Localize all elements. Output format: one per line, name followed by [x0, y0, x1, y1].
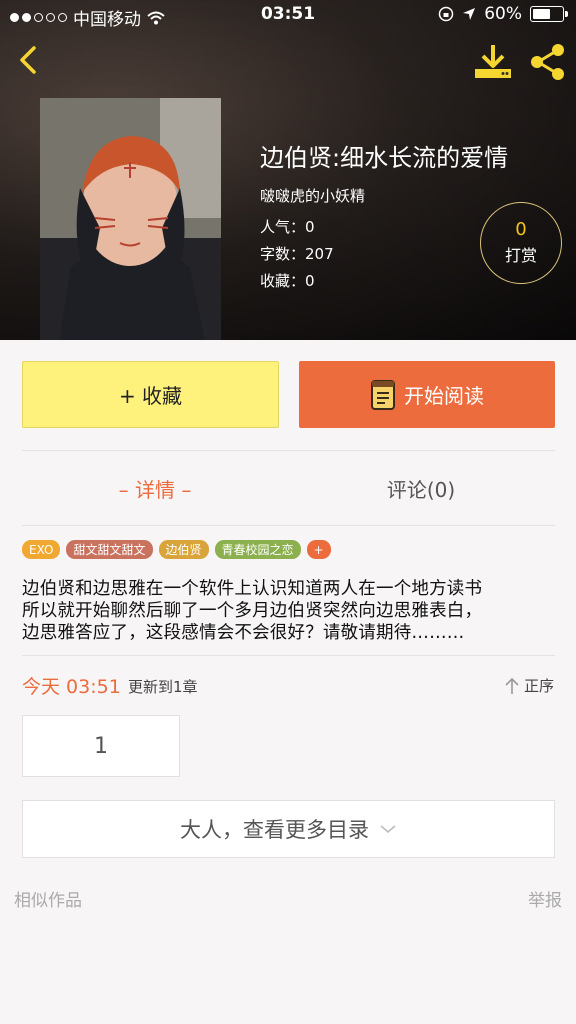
tab-detail[interactable]: – 详情 –: [22, 470, 288, 506]
book-info: 边伯贤:细水长流的爱情 啵啵虎的小妖精 人气：0 字数：207 收藏：0: [260, 138, 508, 295]
divider: [22, 525, 555, 526]
tab-comments[interactable]: 评论(0): [288, 470, 554, 506]
start-reading-label: 开始阅读: [404, 384, 484, 408]
tag-list: EXO 甜文甜文甜文 边伯贤 青春校园之恋 +: [22, 540, 331, 559]
sort-order-label: 正序: [523, 677, 554, 695]
chapter-item[interactable]: 1: [22, 715, 180, 777]
book-icon: [371, 379, 395, 410]
add-to-favorites-button[interactable]: + 收藏: [22, 361, 279, 428]
tag-chip[interactable]: EXO: [22, 540, 61, 559]
download-button[interactable]: [472, 42, 514, 82]
chevron-down-icon: [380, 825, 396, 834]
stat-word-count: 字数：207: [260, 245, 334, 263]
book-title: 边伯贤:细水长流的爱情: [260, 144, 509, 172]
update-time: 今天 03:51: [22, 676, 121, 698]
update-row: 今天 03:51 更新到1章 正序: [22, 672, 556, 700]
stat-popularity: 人气：0: [260, 218, 315, 236]
rotation-lock-icon: [438, 6, 454, 22]
add-tag-button[interactable]: +: [306, 540, 331, 559]
status-bar: 中国移动 03:51 60%: [0, 0, 576, 30]
report-link[interactable]: 举报: [528, 886, 562, 911]
description-line: 边伯贤和边思雅在一个软件上认识知道两人在一个地方读书: [22, 579, 483, 599]
view-more-catalog-label: 大人，查看更多目录: [180, 818, 369, 842]
description-line: 边思雅答应了，这段感情会不会很好？请敬请期待………: [22, 623, 465, 643]
book-author: 啵啵虎的小妖精: [260, 187, 366, 205]
start-reading-button[interactable]: 开始阅读: [299, 361, 555, 428]
book-description: 边伯贤和边思雅在一个软件上认识知道两人在一个地方读书 所以就开始聊然后聊了一个多…: [22, 578, 556, 644]
divider: [22, 450, 555, 451]
share-icon: [531, 44, 564, 80]
tip-count: 0: [515, 219, 527, 240]
tag-chip[interactable]: 青春校园之恋: [214, 540, 301, 559]
tag-chip[interactable]: 甜文甜文甜文: [66, 540, 153, 559]
tip-button[interactable]: 0 打赏: [480, 202, 562, 284]
similar-works-label: 相似作品: [14, 891, 82, 911]
stat-favorites: 收藏：0: [260, 272, 315, 290]
tag-chip[interactable]: 边伯贤: [158, 540, 209, 559]
view-more-catalog-button[interactable]: 大人，查看更多目录: [22, 800, 555, 858]
share-button[interactable]: [526, 42, 568, 82]
description-line: 所以就开始聊然后聊了一个多月边伯贤突然向边思雅表白，: [22, 601, 483, 621]
update-status: 更新到1章: [128, 678, 198, 696]
back-button[interactable]: [10, 40, 50, 80]
battery-icon: [530, 6, 568, 22]
divider: [22, 655, 555, 656]
location-arrow-icon: [463, 8, 476, 20]
tip-label: 打赏: [504, 246, 537, 265]
book-cover-image: [40, 98, 221, 340]
chevron-left-icon: [20, 46, 36, 74]
sort-order-button[interactable]: 正序: [504, 675, 554, 696]
arrow-up-icon: [505, 677, 519, 694]
download-icon: [475, 45, 511, 78]
battery-percent: 60%: [484, 4, 522, 24]
